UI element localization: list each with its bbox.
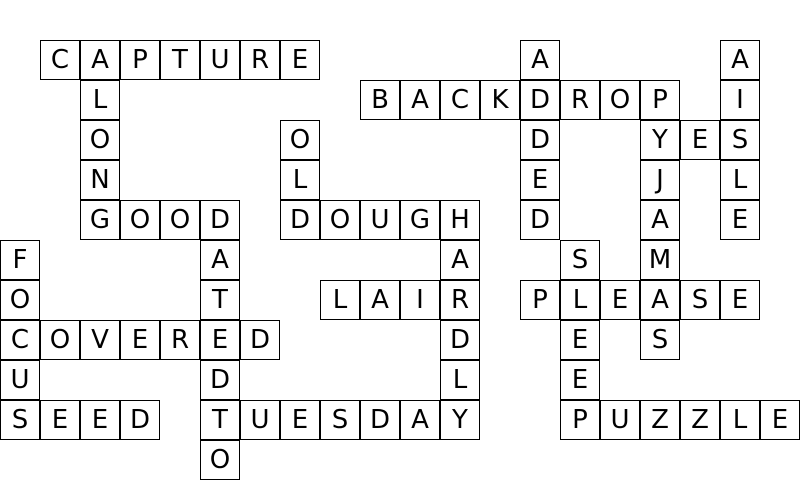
crossword-cell: A xyxy=(520,40,560,80)
crossword-cell: S xyxy=(720,120,760,160)
crossword-cell: P xyxy=(120,40,160,80)
crossword-cell: E xyxy=(120,320,160,360)
crossword-cell: O xyxy=(80,120,120,160)
crossword-cell: E xyxy=(680,120,720,160)
crossword-cell: G xyxy=(80,200,120,240)
crossword-cell: E xyxy=(600,280,640,320)
crossword-cell: R xyxy=(240,40,280,80)
crossword-cell: E xyxy=(720,280,760,320)
crossword-cell: D xyxy=(520,120,560,160)
crossword-cell: D xyxy=(280,200,320,240)
crossword-cell: O xyxy=(0,280,40,320)
crossword-cell: S xyxy=(680,280,720,320)
crossword-cell: O xyxy=(40,320,80,360)
crossword-cell: S xyxy=(320,400,360,440)
crossword-cell: A xyxy=(720,40,760,80)
crossword-cell: A xyxy=(200,240,240,280)
crossword-cell: D xyxy=(200,200,240,240)
crossword-cell: C xyxy=(0,320,40,360)
crossword-cell: V xyxy=(80,320,120,360)
crossword-cell: Z xyxy=(680,400,720,440)
crossword-cell: R xyxy=(440,280,480,320)
crossword-cell: A xyxy=(440,240,480,280)
crossword-cell: D xyxy=(440,320,480,360)
crossword-cell: S xyxy=(0,400,40,440)
crossword-cell: Z xyxy=(640,400,680,440)
crossword-cell: O xyxy=(200,440,240,480)
crossword-cell: Y xyxy=(640,120,680,160)
crossword-cell: D xyxy=(520,200,560,240)
crossword-cell: T xyxy=(200,400,240,440)
crossword-cell: B xyxy=(360,80,400,120)
crossword-cell: U xyxy=(0,360,40,400)
crossword-cell: D xyxy=(520,80,560,120)
crossword-cell: N xyxy=(80,160,120,200)
crossword-cell: A xyxy=(400,80,440,120)
crossword-cell: Y xyxy=(440,400,480,440)
crossword-cell: D xyxy=(240,320,280,360)
crossword-cell: D xyxy=(200,360,240,400)
crossword-cell: R xyxy=(160,320,200,360)
crossword-cell: G xyxy=(400,200,440,240)
crossword-cell: O xyxy=(160,200,200,240)
crossword-cell: H xyxy=(440,200,480,240)
crossword-cell: U xyxy=(600,400,640,440)
crossword-cell: E xyxy=(280,400,320,440)
crossword-cell: M xyxy=(640,240,680,280)
crossword-cell: A xyxy=(640,280,680,320)
crossword-cell: S xyxy=(640,320,680,360)
crossword-cell: I xyxy=(720,80,760,120)
crossword-cell: O xyxy=(280,120,320,160)
crossword-cell: U xyxy=(240,400,280,440)
crossword-cell: O xyxy=(600,80,640,120)
crossword-cell: P xyxy=(560,400,600,440)
crossword-cell: A xyxy=(400,400,440,440)
crossword-cell: E xyxy=(520,160,560,200)
crossword-cell: P xyxy=(640,80,680,120)
crossword-cell: E xyxy=(80,400,120,440)
crossword-cell: E xyxy=(200,320,240,360)
crossword-cell: J xyxy=(640,160,680,200)
crossword-cell: S xyxy=(560,240,600,280)
crossword-cell: E xyxy=(560,360,600,400)
crossword-cell: A xyxy=(640,200,680,240)
crossword-cell: L xyxy=(280,160,320,200)
crossword-cell: L xyxy=(560,280,600,320)
crossword-cell: P xyxy=(520,280,560,320)
crossword-cell: U xyxy=(200,40,240,80)
crossword-cell: A xyxy=(80,40,120,80)
crossword-cell: O xyxy=(320,200,360,240)
crossword-cell: O xyxy=(120,200,160,240)
crossword-cell: L xyxy=(80,80,120,120)
crossword-cell: E xyxy=(720,200,760,240)
crossword-cell: E xyxy=(760,400,800,440)
crossword-cell: C xyxy=(440,80,480,120)
crossword-cell: R xyxy=(560,80,600,120)
crossword-cell: E xyxy=(280,40,320,80)
crossword-cell: L xyxy=(720,160,760,200)
crossword-cell: U xyxy=(360,200,400,240)
crossword-cell: E xyxy=(40,400,80,440)
crossword-cell: F xyxy=(0,240,40,280)
crossword-cell: I xyxy=(400,280,440,320)
crossword-cell: L xyxy=(720,400,760,440)
crossword-cell: L xyxy=(320,280,360,320)
crossword-cell: K xyxy=(480,80,520,120)
crossword-cell: E xyxy=(560,320,600,360)
crossword-cell: T xyxy=(200,280,240,320)
crossword-cell: T xyxy=(160,40,200,80)
crossword-cell: A xyxy=(360,280,400,320)
crossword-cell: D xyxy=(120,400,160,440)
crossword-cell: D xyxy=(360,400,400,440)
crossword-grid: CAPTURELONGOODATEDOLDOUGHARDLYLAIFOCUSOV… xyxy=(0,0,800,480)
crossword-cell: L xyxy=(440,360,480,400)
crossword-cell: C xyxy=(40,40,80,80)
